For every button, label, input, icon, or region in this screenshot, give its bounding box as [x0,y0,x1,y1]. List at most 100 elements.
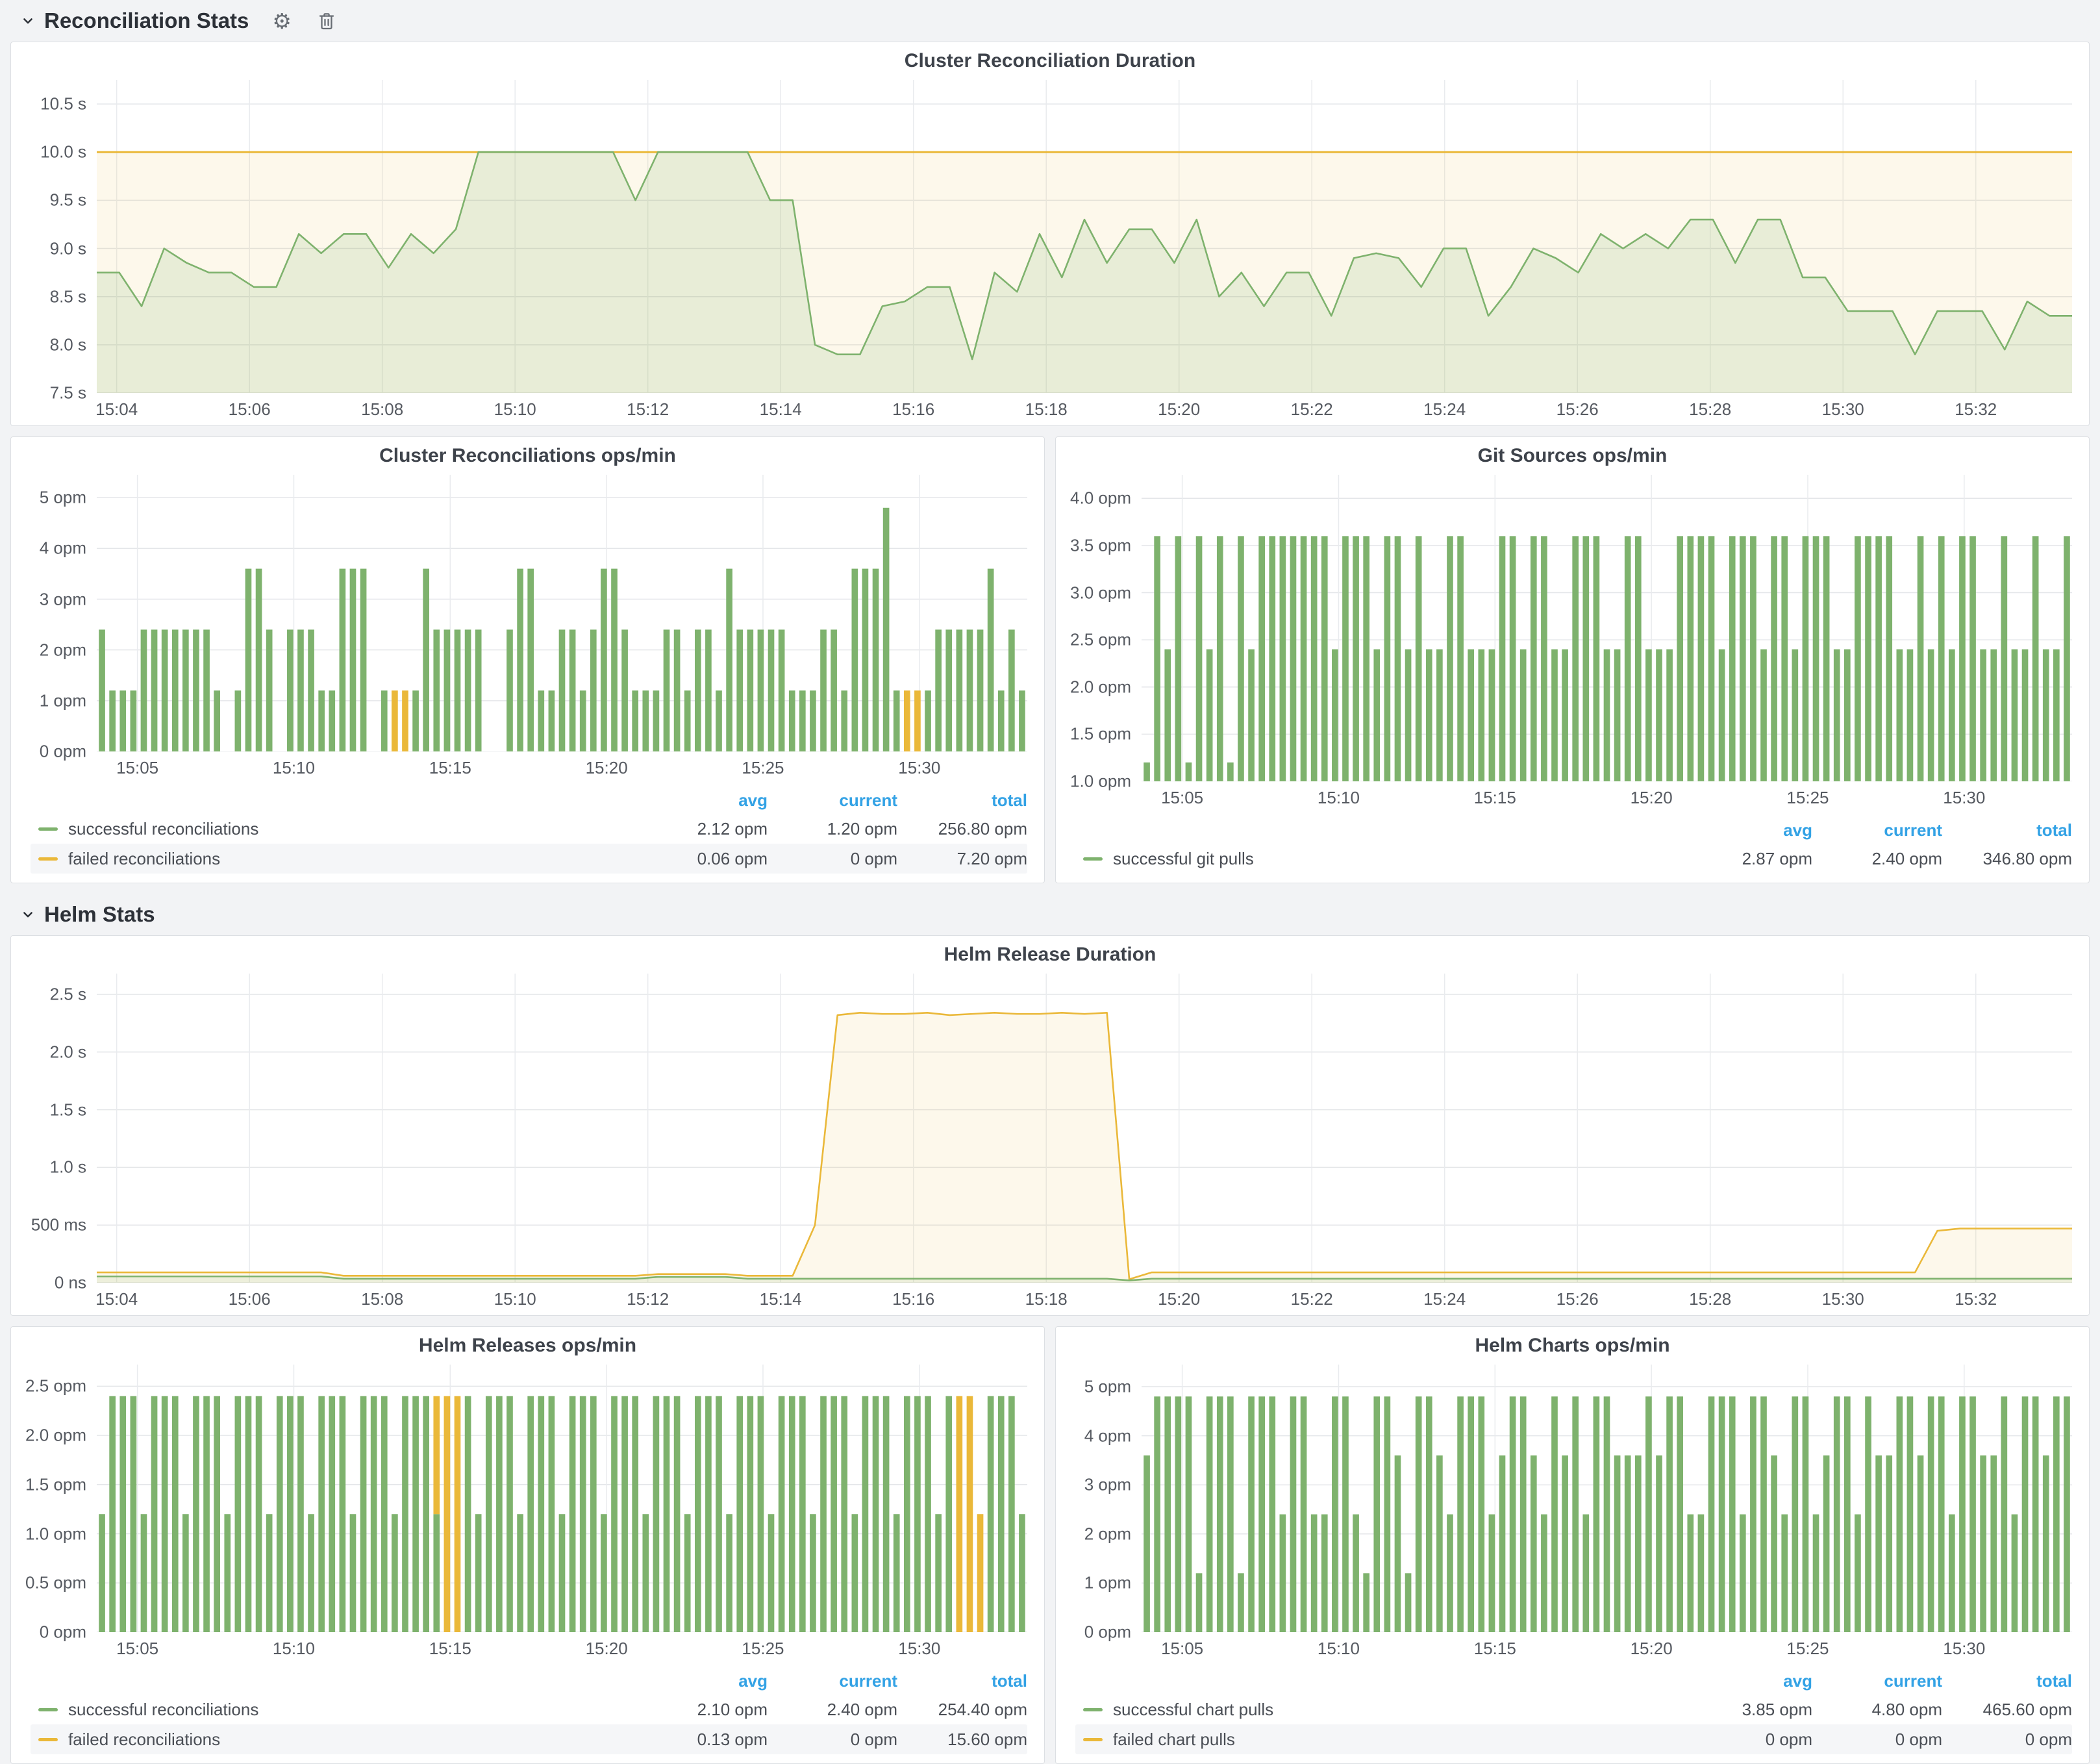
legend-label[interactable]: successful chart pulls [1113,1700,1273,1720]
panel-title[interactable]: Cluster Reconciliation Duration [11,42,2089,80]
legend-row: failed chart pulls0 opm0 opm0 opm [1075,1724,2072,1754]
legend-label[interactable]: successful reconciliations [68,1700,258,1720]
stat-value: 2.12 opm [638,819,768,839]
chevron-down-icon [18,11,38,31]
y-tick-label: 2 opm [40,640,86,660]
plot-area[interactable] [97,475,1027,751]
y-tick-label: 500 ms [31,1215,86,1235]
x-tick-label: 15:05 [116,758,158,778]
x-tick-label: 15:30 [898,1639,940,1659]
bar-chart [97,475,1027,751]
section-title-helm-stats[interactable]: Helm Stats [44,902,155,927]
y-tick-label: 0.5 opm [25,1573,86,1593]
x-tick-label: 15:25 [742,1639,784,1659]
dashboard-row-4: Helm Releases ops/min2.5 opm2.0 opm1.5 o… [10,1326,2090,1764]
legend-stats-header: avgcurrenttotal [1075,1667,2072,1695]
x-tick-label: 15:32 [1955,1289,1997,1309]
plot-area[interactable] [1142,475,2072,781]
x-tick-label: 15:20 [1158,1289,1200,1309]
plot-area[interactable] [97,974,2072,1283]
plot-area[interactable] [1142,1365,2072,1632]
x-tick-label: 15:10 [1318,1639,1360,1659]
legend-row: successful reconciliations2.10 opm2.40 o… [31,1695,1027,1724]
x-tick-label: 15:16 [892,399,934,420]
x-tick-label: 15:10 [273,1639,315,1659]
panel-cluster-reconciliations-ops: Cluster Reconciliations ops/min5 opm4 op… [10,436,1045,883]
stat-value: 0 opm [768,849,897,869]
y-tick-label: 0 opm [40,742,86,762]
stat-value: 2.40 opm [1812,849,1942,869]
legend-row: failed reconciliations0.06 opm0 opm7.20 … [31,844,1027,874]
y-tick-label: 2.5 opm [1070,630,1131,650]
x-tick-label: 15:16 [892,1289,934,1309]
x-tick-label: 15:15 [1474,788,1516,808]
stat-header-avg[interactable]: avg [1682,1671,1812,1691]
legend-label[interactable]: failed reconciliations [68,1730,220,1750]
chevron-down-icon [18,905,38,924]
y-tick-label: 10.5 s [40,94,86,114]
bar-chart [97,1365,1027,1632]
panel-title[interactable]: Helm Release Duration [11,936,2089,974]
stat-header-avg[interactable]: avg [1682,820,1812,840]
row-header-helm-stats[interactable]: Helm Stats [10,894,2090,935]
stat-header-current[interactable]: current [1812,820,1942,840]
section-title-reconciliation-stats[interactable]: Reconciliation Stats [44,8,249,33]
stat-value: 0 opm [1942,1730,2072,1750]
legend-label[interactable]: failed chart pulls [1113,1730,1235,1750]
x-tick-label: 15:30 [1943,788,1985,808]
x-tick-label: 15:04 [95,399,138,420]
x-tick-label: 15:30 [1822,399,1864,420]
x-axis: 15:0515:1015:1515:2015:2515:30 [97,1632,1027,1665]
stat-header-total[interactable]: total [1942,820,2072,840]
plot-area[interactable] [97,80,2072,393]
x-tick-label: 15:14 [760,1289,802,1309]
panel-title[interactable]: Cluster Reconciliations ops/min [11,437,1044,475]
x-tick-label: 15:06 [229,399,271,420]
row-header-reconciliation-stats[interactable]: Reconciliation Stats ⚙ [10,0,2090,42]
plot-area[interactable] [97,1365,1027,1632]
x-tick-label: 15:15 [429,758,471,778]
y-tick-label: 0 opm [1084,1622,1131,1643]
legend-row: successful reconciliations 2.12 opm1.20 o… [31,814,1027,844]
y-tick-label: 4.0 opm [1070,488,1131,509]
chart-area: 4.0 opm3.5 opm3.0 opm2.5 opm2.0 opm1.5 o… [1056,475,2089,781]
panel-title[interactable]: Git Sources ops/min [1056,437,2089,475]
y-tick-label: 2.5 s [50,984,86,1004]
legend-label[interactable]: successful reconciliations [68,819,258,839]
series-color-dash [1083,1708,1103,1711]
panel-helm-releases-ops: Helm Releases ops/min2.5 opm2.0 opm1.5 o… [10,1326,1045,1764]
y-axis: 2.5 s2.0 s1.5 s1.0 s500 ms0 ns [11,974,97,1283]
stat-value: 15.60 opm [897,1730,1027,1750]
panel-title[interactable]: Helm Charts ops/min [1056,1327,2089,1365]
stat-header-current[interactable]: current [768,790,897,811]
stat-header-current[interactable]: current [768,1671,897,1691]
series-color-dash [1083,857,1103,861]
legend-label[interactable]: successful git pulls [1113,849,1254,869]
stat-header-total[interactable]: total [897,1671,1027,1691]
x-tick-label: 15:22 [1291,1289,1333,1309]
y-tick-label: 1.0 opm [1070,772,1131,792]
panel-title[interactable]: Helm Releases ops/min [11,1327,1044,1365]
bar-chart [1142,475,2072,781]
stat-header-total[interactable]: total [897,790,1027,811]
panel-helm-charts-ops: Helm Charts ops/min5 opm4 opm3 opm2 opm1… [1055,1326,2090,1764]
stat-header-total[interactable]: total [1942,1671,2072,1691]
x-tick-label: 15:20 [1631,1639,1673,1659]
chart-area: 5 opm4 opm3 opm2 opm1 opm0 opm [1056,1365,2089,1632]
stat-value: 1.20 opm [768,819,897,839]
legend-label[interactable]: failed reconciliations [68,849,220,869]
trash-icon[interactable] [316,10,337,31]
gear-icon[interactable]: ⚙ [272,10,292,32]
stat-header-avg[interactable]: avg [638,790,768,811]
y-tick-label: 4 opm [1084,1426,1131,1446]
x-tick-label: 15:18 [1025,1289,1068,1309]
x-tick-label: 15:28 [1689,399,1731,420]
stat-header-avg[interactable]: avg [638,1671,768,1691]
series-color-dash [38,857,58,861]
y-tick-label: 2 opm [1084,1524,1131,1544]
x-tick-label: 15:25 [742,758,784,778]
y-tick-label: 5 opm [40,488,86,508]
stat-header-current[interactable]: current [1812,1671,1942,1691]
legend-stats-header: avgcurrenttotal [31,1667,1027,1695]
y-tick-label: 5 opm [1084,1377,1131,1397]
